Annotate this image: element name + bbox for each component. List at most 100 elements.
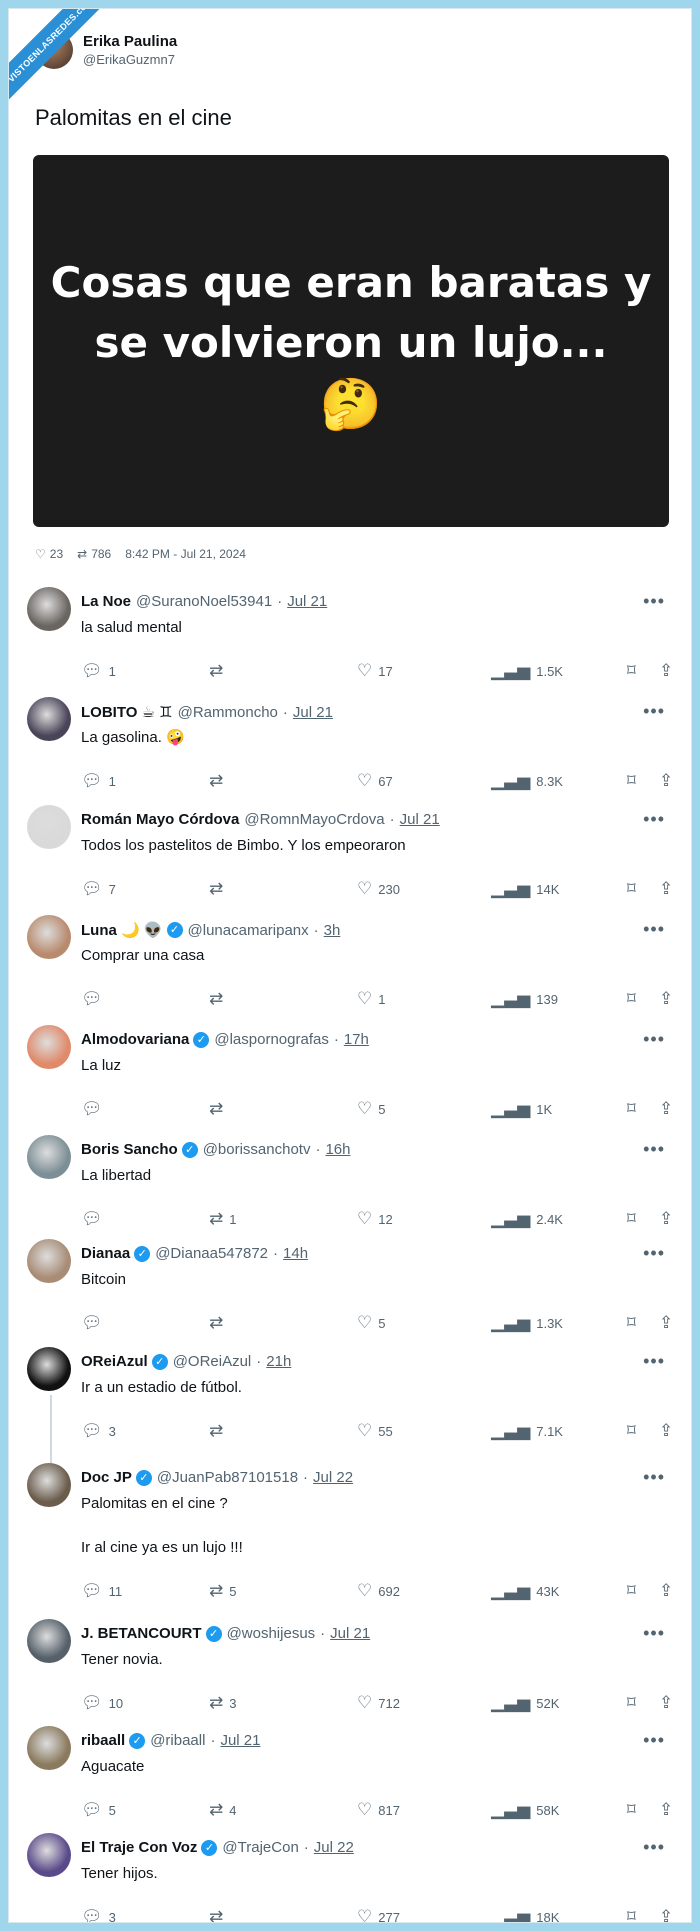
reply-button[interactable]: 💬︎ 7 — [81, 879, 116, 899]
reply-button[interactable]: 💬︎ 11 — [81, 1581, 122, 1601]
like-button[interactable]: ♡ 5 — [357, 1099, 385, 1119]
tweet-datetime[interactable]: 8:42 PM - Jul 21, 2024 — [125, 547, 246, 561]
bookmark-button[interactable]: ⌑ — [627, 1421, 636, 1441]
share-button[interactable]: ⇪ — [659, 771, 673, 791]
reply-author-handle[interactable]: @RomnMayoCrdova — [244, 811, 384, 828]
retweet-button[interactable]: ⇄ 5 — [209, 1581, 236, 1601]
reply-button[interactable]: 💬︎ — [81, 1099, 109, 1119]
reply-author-handle[interactable]: @TrajeCon — [222, 1839, 298, 1856]
bookmark-button[interactable]: ⌑ — [627, 1907, 636, 1922]
share-button[interactable]: ⇪ — [659, 989, 673, 1009]
reply-author-handle[interactable]: @Rammoncho — [178, 704, 278, 721]
bookmark-button[interactable]: ⌑ — [627, 771, 636, 791]
views-button[interactable]: ▁▃▅ 7.1K — [491, 1421, 563, 1441]
reply-author-handle[interactable]: @woshijesus — [227, 1625, 316, 1642]
bookmark-button[interactable]: ⌑ — [627, 1693, 636, 1713]
reply-avatar[interactable] — [27, 805, 71, 849]
reply-author-name[interactable]: La Noe — [81, 593, 131, 610]
reply-date[interactable]: Jul 21 — [220, 1732, 260, 1749]
more-options-icon[interactable]: ••• — [643, 591, 665, 612]
tweet-media[interactable]: Cosas que eran baratas y se volvieron un… — [33, 155, 669, 527]
retweet-button[interactable]: ⇄ — [209, 989, 229, 1009]
reply-avatar[interactable] — [27, 1239, 71, 1283]
author-handle[interactable]: @ErikaGuzmn7 — [83, 52, 177, 67]
reply-avatar[interactable] — [27, 1463, 71, 1507]
reply-author-name[interactable]: LOBITO ☕ ♊ — [81, 703, 173, 721]
more-options-icon[interactable]: ••• — [643, 1730, 665, 1751]
bookmark-button[interactable]: ⌑ — [627, 1800, 636, 1820]
reply-button[interactable]: 💬︎ 5 — [81, 1800, 116, 1820]
like-button[interactable]: ♡ 1 — [357, 989, 385, 1009]
retweet-button[interactable]: ⇄ — [209, 1421, 229, 1441]
reply-author-handle[interactable]: @SuranoNoel53941 — [136, 593, 272, 610]
retweet-button[interactable]: ⇄ — [209, 1907, 229, 1922]
share-button[interactable]: ⇪ — [659, 1313, 673, 1333]
retweet-button[interactable]: ⇄ 3 — [209, 1693, 236, 1713]
retweet-button[interactable]: ⇄ — [209, 1313, 229, 1333]
like-button[interactable]: ♡ 277 — [357, 1907, 400, 1922]
reply-author-name[interactable]: Luna 🌙 👽 — [81, 921, 163, 939]
more-options-icon[interactable]: ••• — [643, 1029, 665, 1050]
views-button[interactable]: ▁▃▅ 8.3K — [491, 771, 563, 791]
reply-date[interactable]: Jul 21 — [293, 704, 333, 721]
bookmark-button[interactable]: ⌑ — [627, 661, 636, 681]
retweet-count[interactable]: ⇄ 786 — [77, 547, 111, 561]
views-button[interactable]: ▁▃▅ 58K — [491, 1800, 559, 1820]
retweet-button[interactable]: ⇄ 4 — [209, 1800, 236, 1820]
more-options-icon[interactable]: ••• — [643, 1837, 665, 1858]
reply-button[interactable]: 💬︎ — [81, 1313, 109, 1333]
author-name[interactable]: Erika Paulina — [83, 33, 177, 50]
like-button[interactable]: ♡ 67 — [357, 771, 393, 791]
more-options-icon[interactable]: ••• — [643, 1139, 665, 1160]
more-options-icon[interactable]: ••• — [643, 809, 665, 830]
retweet-button[interactable]: ⇄ — [209, 771, 229, 791]
reply-author-name[interactable]: OReiAzul — [81, 1353, 148, 1370]
reply-date[interactable]: Jul 22 — [314, 1839, 354, 1856]
share-button[interactable]: ⇪ — [659, 1581, 673, 1601]
reply-date[interactable]: Jul 21 — [287, 593, 327, 610]
reply-avatar[interactable] — [27, 1135, 71, 1179]
bookmark-button[interactable]: ⌑ — [627, 1581, 636, 1601]
like-button[interactable]: ♡ 817 — [357, 1800, 400, 1820]
reply-author-handle[interactable]: @Dianaa547872 — [155, 1245, 268, 1262]
share-button[interactable]: ⇪ — [659, 1907, 673, 1922]
reply-date[interactable]: Jul 22 — [313, 1469, 353, 1486]
views-button[interactable]: ▁▃▅ 14K — [491, 879, 559, 899]
more-options-icon[interactable]: ••• — [643, 1467, 665, 1488]
views-button[interactable]: ▁▃▅ 1K — [491, 1099, 552, 1119]
share-button[interactable]: ⇪ — [659, 1209, 673, 1229]
reply-avatar[interactable] — [27, 1726, 71, 1770]
share-button[interactable]: ⇪ — [659, 1693, 673, 1713]
reply-avatar[interactable] — [27, 1619, 71, 1663]
like-button[interactable]: ♡ 12 — [357, 1209, 393, 1229]
bookmark-button[interactable]: ⌑ — [627, 1099, 636, 1119]
more-options-icon[interactable]: ••• — [643, 919, 665, 940]
reply-date[interactable]: 3h — [324, 922, 341, 939]
retweet-button[interactable]: ⇄ — [209, 1099, 229, 1119]
reply-avatar[interactable] — [27, 915, 71, 959]
reply-author-handle[interactable]: @JuanPab87101518 — [157, 1469, 298, 1486]
reply-author-name[interactable]: Doc JP — [81, 1469, 132, 1486]
like-button[interactable]: ♡ 712 — [357, 1693, 400, 1713]
views-button[interactable]: ▁▃▅ 1.5K — [491, 661, 563, 681]
reply-date[interactable]: Jul 21 — [400, 811, 440, 828]
retweet-button[interactable]: ⇄ — [209, 661, 229, 681]
views-button[interactable]: ▁▃▅ 139 — [491, 989, 558, 1009]
reply-date[interactable]: 21h — [266, 1353, 291, 1370]
reply-author-name[interactable]: El Traje Con Voz — [81, 1839, 197, 1856]
reply-author-name[interactable]: ribaall — [81, 1732, 125, 1749]
reply-avatar[interactable] — [27, 697, 71, 741]
reply-avatar[interactable] — [27, 1347, 71, 1391]
reply-author-name[interactable]: Boris Sancho — [81, 1141, 178, 1158]
more-options-icon[interactable]: ••• — [643, 701, 665, 722]
reply-button[interactable]: 💬︎ 3 — [81, 1421, 116, 1441]
reply-button[interactable]: 💬︎ 1 — [81, 771, 116, 791]
views-button[interactable]: ▁▃▅ 2.4K — [491, 1209, 563, 1229]
bookmark-button[interactable]: ⌑ — [627, 989, 636, 1009]
reply-avatar[interactable] — [27, 1025, 71, 1069]
share-button[interactable]: ⇪ — [659, 1099, 673, 1119]
views-button[interactable]: ▁▃▅ 1.3K — [491, 1313, 563, 1333]
reply-author-name[interactable]: Dianaa — [81, 1245, 130, 1262]
reply-date[interactable]: Jul 21 — [330, 1625, 370, 1642]
bookmark-button[interactable]: ⌑ — [627, 1313, 636, 1333]
